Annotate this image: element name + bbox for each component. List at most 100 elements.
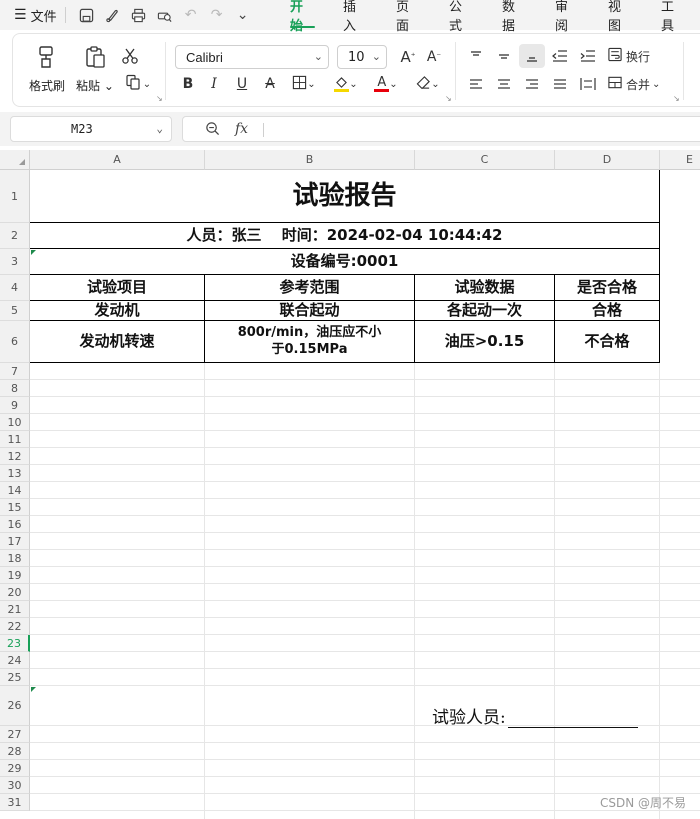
zoom-search-icon[interactable] (205, 121, 220, 140)
clipboard-dialog-launcher-icon[interactable]: ↘ (156, 94, 163, 103)
header-pass-fail[interactable]: 是否合格 (555, 275, 660, 301)
italic-icon[interactable]: I (201, 72, 227, 96)
row-header[interactable]: 10 (0, 414, 30, 431)
row-header[interactable]: 6 (0, 321, 30, 363)
tab-review[interactable]: 审阅 (541, 0, 594, 34)
report-person-time[interactable]: 人员：张三 时间：2024-02-04 10:44:42 (30, 223, 660, 249)
row-header[interactable]: 26 (0, 686, 30, 726)
align-top-icon[interactable] (463, 44, 489, 68)
bold-icon[interactable]: B (175, 72, 201, 96)
row-header[interactable]: 29 (0, 760, 30, 777)
column-header-c[interactable]: C (415, 150, 555, 170)
format-painter-button[interactable]: 格式刷 (25, 42, 69, 94)
tab-view[interactable]: 视图 (594, 0, 647, 34)
decrease-font-size-icon[interactable]: A ⁻ (421, 45, 447, 69)
spreadsheet-grid[interactable]: A B C D E 1 2 3 4 5 6 7 8 9 10 11 12 13 … (0, 150, 700, 819)
insert-function-icon[interactable]: fx (235, 121, 248, 137)
strikethrough-icon[interactable]: A (257, 72, 283, 96)
clear-format-button[interactable]: ⌄ (411, 72, 445, 96)
row-header[interactable]: 5 (0, 301, 30, 321)
row-header[interactable]: 22 (0, 618, 30, 635)
format-brush-icon[interactable] (100, 3, 126, 27)
table-cell[interactable]: 各起动一次 (415, 301, 555, 321)
row-header[interactable]: 9 (0, 397, 30, 414)
align-right-icon[interactable] (519, 72, 545, 96)
print-icon[interactable] (126, 3, 152, 27)
row-header[interactable]: 12 (0, 448, 30, 465)
align-center-icon[interactable] (491, 72, 517, 96)
increase-indent-icon[interactable] (575, 44, 601, 68)
row-header[interactable]: 14 (0, 482, 30, 499)
font-name-select[interactable]: Calibri ⌄ (175, 45, 329, 69)
file-menu[interactable]: ☰ 文件 (0, 0, 57, 30)
select-all-corner[interactable] (0, 150, 30, 170)
table-cell[interactable]: 油压>0.15 (415, 321, 555, 363)
row-header[interactable]: 4 (0, 275, 30, 301)
print-preview-icon[interactable] (152, 3, 178, 27)
justify-icon[interactable] (547, 72, 573, 96)
row-header[interactable]: 31 (0, 794, 30, 811)
table-cell[interactable]: 发动机转速 (30, 321, 205, 363)
signer-field[interactable]: 试验人员: (432, 703, 638, 728)
row-header[interactable]: 19 (0, 567, 30, 584)
table-cell[interactable]: 不合格 (555, 321, 660, 363)
scissors-icon[interactable] (117, 44, 143, 68)
row-header[interactable]: 25 (0, 669, 30, 686)
tab-tools[interactable]: 工具 (647, 0, 700, 34)
report-title[interactable]: 试验报告 (30, 170, 660, 223)
column-header-d[interactable]: D (555, 150, 660, 170)
row-header[interactable]: 16 (0, 516, 30, 533)
table-cell[interactable]: 发动机 (30, 301, 205, 321)
save-icon[interactable] (74, 3, 100, 27)
align-left-icon[interactable] (463, 72, 489, 96)
column-header-b[interactable]: B (205, 150, 415, 170)
chevron-down-icon[interactable]: ⌄ (230, 3, 256, 27)
tab-data[interactable]: 数据 (488, 0, 541, 34)
row-header[interactable]: 27 (0, 726, 30, 743)
row-header[interactable]: 11 (0, 431, 30, 448)
row-header[interactable]: 8 (0, 380, 30, 397)
header-reference-range[interactable]: 参考范围 (205, 275, 415, 301)
align-middle-icon[interactable] (491, 44, 517, 68)
row-header[interactable]: 18 (0, 550, 30, 567)
row-header[interactable]: 2 (0, 223, 30, 249)
row-header[interactable]: 3 (0, 249, 30, 275)
column-header-a[interactable]: A (30, 150, 205, 170)
font-color-button[interactable]: A ⌄ (369, 72, 403, 96)
row-header[interactable]: 28 (0, 743, 30, 760)
underline-icon[interactable]: U (229, 72, 255, 96)
header-test-data[interactable]: 试验数据 (415, 275, 555, 301)
merge-cells-button[interactable]: 合并 ⌄ (607, 72, 669, 96)
tab-home[interactable]: 开始 (276, 0, 329, 34)
font-size-select[interactable]: 10 ⌄ (337, 45, 387, 69)
row-header[interactable]: 7 (0, 363, 30, 380)
row-header[interactable]: 21 (0, 601, 30, 618)
row-header[interactable]: 15 (0, 499, 30, 516)
row-header[interactable]: 17 (0, 533, 30, 550)
paste-button[interactable]: 粘贴 ⌄ (73, 42, 117, 94)
name-box[interactable]: M23 ⌄ (10, 116, 172, 142)
row-header[interactable]: 30 (0, 777, 30, 794)
formula-input[interactable]: fx (182, 116, 700, 142)
copy-button[interactable]: ⌄ (121, 72, 155, 96)
wrap-text-button[interactable]: 换行 (607, 44, 657, 68)
row-header[interactable]: 20 (0, 584, 30, 601)
distributed-align-icon[interactable] (575, 72, 601, 96)
table-cell[interactable]: 800r/min，油压应不小于0.15MPa (205, 321, 415, 363)
column-header-e[interactable]: E (660, 150, 700, 170)
header-test-item[interactable]: 试验项目 (30, 275, 205, 301)
undo-icon[interactable]: ↶ (178, 3, 204, 27)
align-bottom-icon[interactable] (519, 44, 545, 68)
borders-button[interactable]: ⌄ (287, 72, 321, 96)
decrease-indent-icon[interactable] (547, 44, 573, 68)
increase-font-size-icon[interactable]: A ⁺ (395, 45, 421, 69)
row-header-selected[interactable]: 23 (0, 635, 30, 652)
alignment-dialog-launcher-icon[interactable]: ↘ (673, 94, 680, 103)
tab-formula[interactable]: 公式 (435, 0, 488, 34)
fill-color-button[interactable]: ⌄ (329, 72, 363, 96)
table-cell[interactable]: 合格 (555, 301, 660, 321)
table-cell[interactable]: 联合起动 (205, 301, 415, 321)
row-header[interactable]: 1 (0, 170, 30, 223)
row-header[interactable]: 24 (0, 652, 30, 669)
font-dialog-launcher-icon[interactable]: ↘ (445, 94, 452, 103)
